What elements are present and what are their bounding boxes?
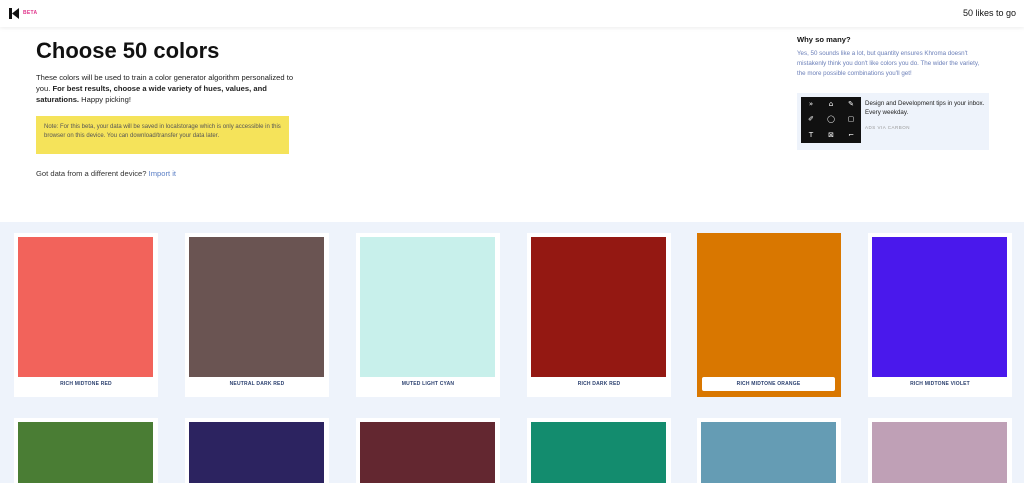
color-label: RICH DARK RED <box>577 381 621 387</box>
intro-description: These colors will be used to train a col… <box>36 72 298 105</box>
color-label: MUTED LIGHT CYAN <box>401 381 455 387</box>
likes-to-go-counter: 50 likes to go <box>962 8 1016 18</box>
color-swatch[interactable] <box>18 237 153 377</box>
color-card[interactable]: RICH MIDTONE RED <box>14 233 158 397</box>
color-swatch[interactable] <box>701 237 836 377</box>
ads-via-carbon-link[interactable]: ADS VIA CARBON <box>865 125 910 130</box>
ad-glyph-icon: ✎ <box>848 100 854 109</box>
color-card[interactable]: NEUTRAL DARK RED <box>185 233 329 397</box>
color-swatch[interactable] <box>189 422 324 483</box>
color-swatch[interactable] <box>872 422 1007 483</box>
ad-glyph-icon: ⌐ <box>848 130 854 139</box>
ad-text[interactable]: Design and Development tips in your inbo… <box>865 99 985 117</box>
color-card[interactable] <box>14 418 158 483</box>
color-card[interactable] <box>185 418 329 483</box>
color-card[interactable]: RICH MIDTONE ORANGE <box>697 233 841 397</box>
why-so-many-heading: Why so many? <box>797 35 851 44</box>
color-swatch[interactable] <box>18 422 153 483</box>
import-prompt: Got data from a different device? <box>36 169 147 178</box>
ad-glyph-icon: » <box>808 100 814 109</box>
color-label: RICH MIDTONE VIOLET <box>910 381 970 387</box>
color-card[interactable] <box>697 418 841 483</box>
page-title: Choose 50 colors <box>36 38 220 63</box>
top-bar: BETA 50 likes to go <box>0 0 1024 27</box>
why-so-many-text: Yes, 50 sounds like a lot, but quantity … <box>797 50 980 77</box>
color-swatch[interactable] <box>531 422 666 483</box>
color-card[interactable]: MUTED LIGHT CYAN <box>356 233 500 397</box>
color-label: RICH MIDTONE ORANGE <box>702 377 835 391</box>
color-card[interactable] <box>868 418 1012 483</box>
beta-badge: BETA <box>23 10 38 16</box>
color-swatch[interactable] <box>531 237 666 377</box>
color-label: NEUTRAL DARK RED <box>229 381 285 387</box>
ad-glyph-icon: T <box>808 130 814 139</box>
localstorage-note: Note: For this beta, your data will be s… <box>36 116 289 154</box>
color-swatch[interactable] <box>360 422 495 483</box>
color-swatch[interactable] <box>701 422 836 483</box>
color-card[interactable]: RICH MIDTONE VIOLET <box>868 233 1012 397</box>
color-card[interactable]: RICH DARK RED <box>527 233 671 397</box>
carbon-ad[interactable]: » ⌂ ✎ ✐ ◯ ▢ T ⊠ ⌐ Design and Development tips in… <box>797 93 989 150</box>
ad-glyph-icon: ⊠ <box>828 130 834 139</box>
ad-glyph-icon: ◯ <box>827 115 835 124</box>
ad-glyph-icon: ✐ <box>808 115 814 124</box>
color-label: RICH MIDTONE RED <box>60 381 112 387</box>
color-card[interactable] <box>356 418 500 483</box>
color-swatch[interactable] <box>872 237 1007 377</box>
khroma-logo-icon[interactable] <box>9 8 19 19</box>
color-card[interactable] <box>527 418 671 483</box>
ad-glyph-icon: ⌂ <box>828 100 834 109</box>
color-swatch[interactable] <box>189 237 324 377</box>
ad-image[interactable]: » ⌂ ✎ ✐ ◯ ▢ T ⊠ ⌐ <box>801 97 861 143</box>
ad-glyph-icon: ▢ <box>847 115 855 124</box>
color-grid: RICH MIDTONE RED NEUTRAL DARK RED MUTED LI… <box>0 222 1024 483</box>
description-tail: Happy picking! <box>79 95 131 104</box>
color-swatch[interactable] <box>360 237 495 377</box>
description-bold: For best results, choose a wide variety … <box>36 84 267 104</box>
import-link[interactable]: Import it <box>149 169 176 178</box>
import-prompt-row: Got data from a different device? Import… <box>36 169 176 178</box>
